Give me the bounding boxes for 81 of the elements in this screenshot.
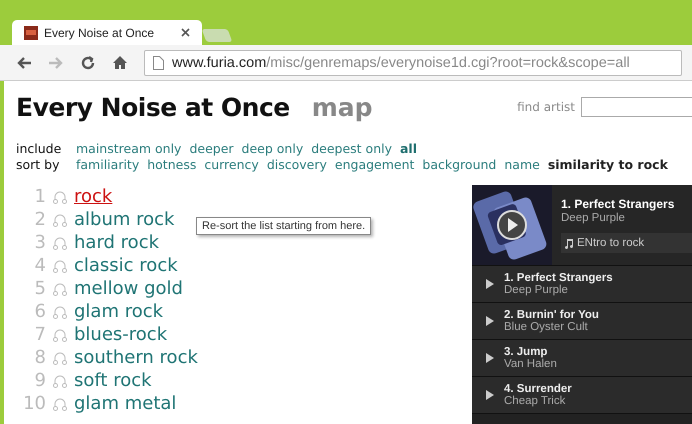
genre-link[interactable]: classic rock [74, 255, 178, 276]
track-artist: Cheap Trick [504, 395, 566, 407]
play-icon[interactable] [486, 390, 494, 400]
sort-option[interactable]: engagement [334, 157, 414, 173]
now-playing-title: 1. Perfect Strangers [561, 197, 676, 211]
home-icon[interactable] [112, 55, 128, 70]
include-option[interactable]: mainstream only [76, 141, 182, 157]
rank-number: 3 [34, 232, 46, 253]
playlist-link[interactable]: ENtro to rock [561, 233, 692, 253]
play-icon[interactable] [486, 279, 494, 289]
track-row[interactable]: 2. Burnin' for You Blue Oyster Cult [472, 303, 692, 340]
now-playing-artist: Deep Purple [561, 212, 626, 224]
track-title: 2. Burnin' for You [504, 309, 599, 321]
headphones-icon[interactable] [52, 372, 68, 388]
sort-label: sort by [16, 157, 61, 173]
page-icon [153, 56, 164, 70]
play-icon[interactable] [486, 353, 494, 363]
sort-option[interactable]: currency [204, 157, 259, 173]
track-artist: Deep Purple [504, 284, 569, 296]
address-bar[interactable]: www.furia.com/misc/genremaps/everynoise1d.cgi?root=rock&scope=all [144, 50, 682, 76]
headphones-icon[interactable] [52, 280, 68, 296]
rank-number: 6 [34, 301, 46, 322]
track-title: 4. Surrender [504, 383, 572, 395]
headphones-icon[interactable] [52, 188, 68, 204]
find-artist-field[interactable] [581, 97, 692, 117]
genre-link[interactable]: blues-rock [74, 324, 168, 345]
rank-number: 1 [34, 186, 46, 207]
genre-link[interactable]: glam rock [74, 301, 164, 322]
new-tab-button[interactable] [202, 29, 232, 42]
sort-option[interactable]: hotness [147, 157, 196, 173]
include-option[interactable]: deepest only [311, 141, 392, 157]
track-title: 1. Perfect Strangers [504, 272, 613, 284]
tab-title: Every Noise at Once [44, 26, 156, 40]
rank-number: 8 [34, 347, 46, 368]
forward-icon[interactable] [48, 56, 64, 70]
rank-number: 9 [34, 370, 46, 391]
reload-icon[interactable] [80, 54, 96, 70]
headphones-icon[interactable] [52, 326, 68, 342]
browser-tab[interactable]: Every Noise at Once [12, 20, 202, 45]
headphones-icon[interactable] [52, 258, 68, 274]
sort-option[interactable]: discovery [266, 157, 327, 173]
rank-number: 5 [34, 278, 46, 299]
site-title: Every Noise at Once [16, 92, 290, 122]
sort-option[interactable]: name [504, 157, 540, 173]
include-option[interactable]: deeper [189, 141, 234, 157]
track-row[interactable]: 1. Perfect Strangers Deep Purple [472, 266, 692, 303]
map-link[interactable]: map [312, 92, 373, 122]
track-row[interactable]: 4. Surrender Cheap Trick [472, 377, 692, 414]
headphones-icon[interactable] [52, 396, 68, 412]
headphones-icon[interactable] [52, 350, 68, 366]
genre-link[interactable]: soft rock [74, 370, 152, 391]
rank-number: 10 [22, 393, 46, 414]
genre-link[interactable]: hard rock [74, 232, 160, 253]
rank-number: 7 [34, 324, 46, 345]
rank-number: 4 [34, 255, 46, 276]
include-option[interactable]: all [400, 141, 418, 157]
headphones-icon[interactable] [52, 234, 68, 250]
sort-option[interactable]: familiarity [76, 157, 140, 173]
genre-link[interactable]: rock [74, 186, 112, 207]
close-icon[interactable] [181, 28, 190, 37]
genre-link[interactable]: mellow gold [74, 278, 183, 299]
sort-option[interactable]: similarity to rock [548, 157, 668, 173]
tooltip: Re-sort the list starting from here. [196, 217, 372, 235]
favicon-icon [24, 26, 38, 40]
music-note-icon [565, 238, 574, 248]
headphones-icon[interactable] [52, 304, 68, 320]
track-title: 3. Jump [504, 346, 548, 358]
headphones-icon[interactable] [52, 212, 68, 228]
find-artist-label: find artist [517, 100, 575, 114]
track-artist: Van Halen [504, 358, 557, 370]
track-artist: Blue Oyster Cult [504, 321, 589, 333]
genre-link[interactable]: southern rock [74, 347, 198, 368]
track-row[interactable]: 3. Jump Van Halen [472, 340, 692, 377]
play-icon[interactable] [486, 316, 494, 326]
genre-link[interactable]: glam metal [74, 393, 176, 414]
include-option[interactable]: deep only [242, 141, 304, 157]
genre-link[interactable]: album rock [74, 209, 174, 230]
rank-number: 2 [34, 209, 46, 230]
sort-option[interactable]: background [422, 157, 496, 173]
include-label: include [16, 141, 62, 157]
back-icon[interactable] [16, 56, 32, 70]
